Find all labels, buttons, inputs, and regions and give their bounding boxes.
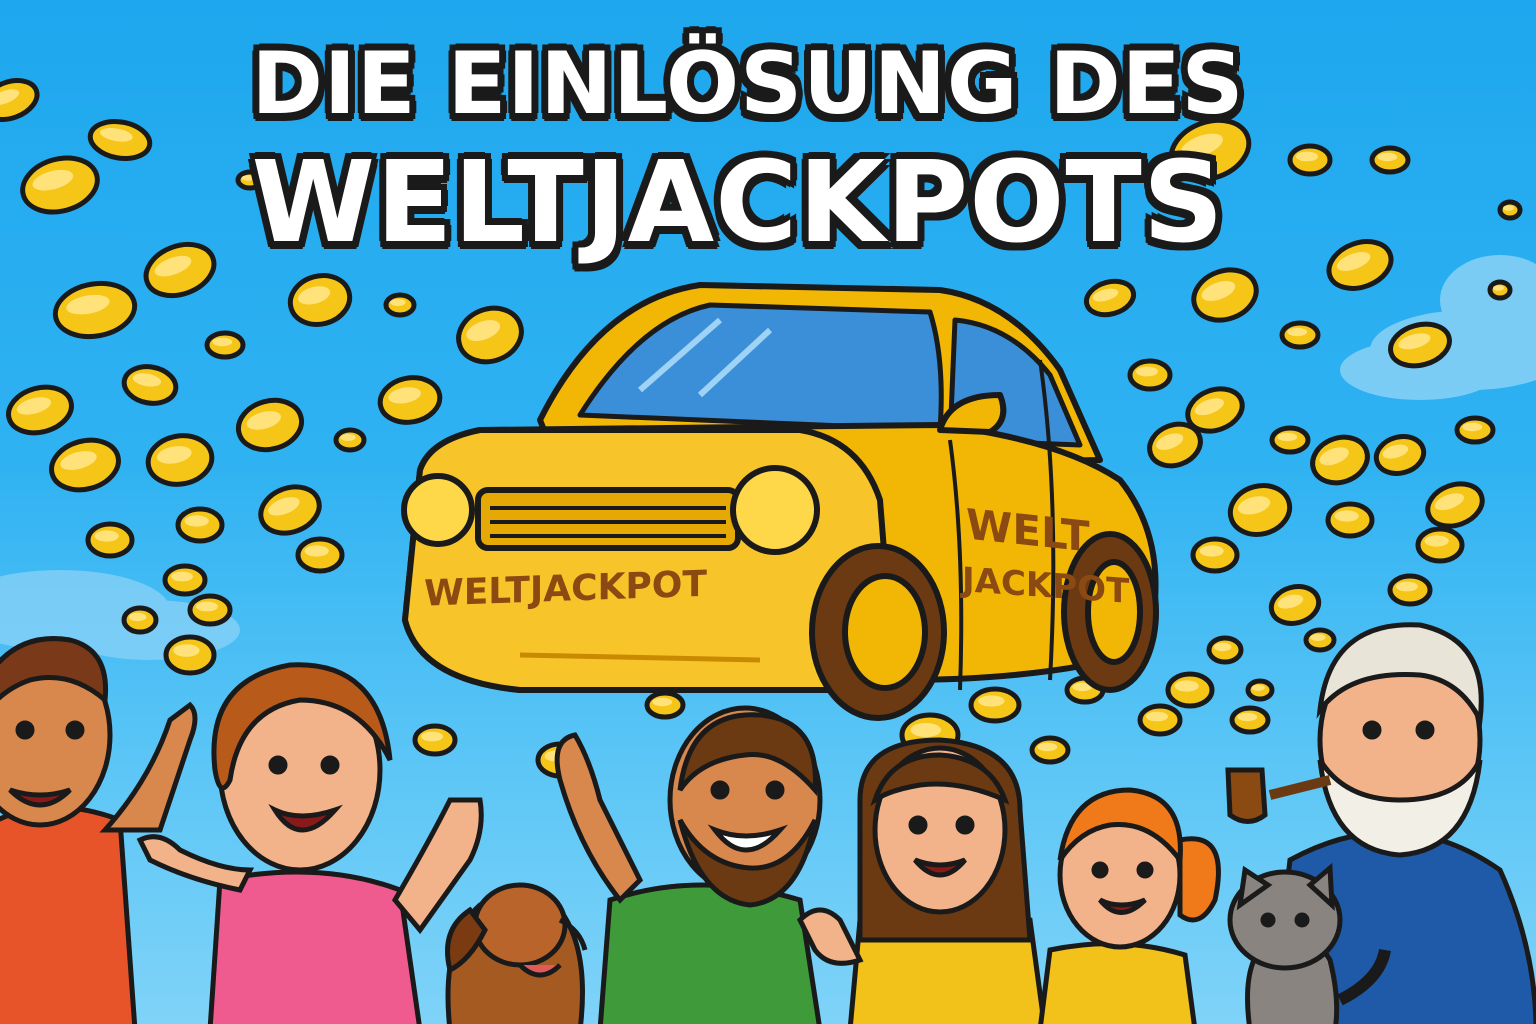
coin-highlight — [1251, 684, 1265, 691]
title-line-1: DIE EINLÖSUNG DES — [251, 34, 1245, 134]
coin-highlight — [1493, 285, 1504, 291]
coin-highlight — [1037, 742, 1058, 752]
coin-highlight — [1287, 327, 1308, 337]
coin-highlight — [1334, 510, 1359, 522]
pipe-icon — [1225, 767, 1332, 824]
title-line-2: WELTJACKPOTS — [251, 138, 1225, 268]
woman-yellow-shirt — [796, 737, 1047, 1024]
coin-highlight — [390, 299, 406, 306]
coin-highlight — [212, 337, 233, 347]
coin-highlight — [1237, 712, 1258, 722]
coin-highlight — [1424, 535, 1449, 547]
coin-highlight — [1174, 680, 1199, 692]
coin-highlight — [1199, 545, 1224, 557]
coin-highlight — [1462, 422, 1483, 432]
coin-highlight — [910, 723, 942, 737]
coin-highlight — [94, 530, 119, 542]
coin-highlight — [652, 697, 673, 707]
coin-highlight — [1310, 634, 1326, 641]
coin-highlight — [196, 601, 218, 612]
coin-highlight — [184, 515, 209, 527]
coin-highlight — [171, 571, 193, 582]
girl-yellow-shirt — [1038, 787, 1221, 1024]
man-green-shirt — [554, 705, 823, 1024]
coin-highlight — [421, 731, 443, 742]
poster-scene: WELTJACKPOT WELT JACKPOT DIE EINLÖSUNG D… — [0, 0, 1536, 1024]
coin-highlight — [304, 545, 329, 557]
coin-highlight — [1146, 711, 1168, 722]
coin-highlight — [1396, 581, 1418, 592]
dog-icon — [445, 882, 588, 1024]
coin-highlight — [1213, 642, 1232, 652]
coin-highlight — [978, 695, 1005, 707]
coin-highlight — [128, 612, 147, 622]
man-orange-shirt — [0, 636, 198, 1024]
coin-highlight — [1277, 432, 1298, 442]
coin-highlight — [173, 644, 200, 657]
coin-highlight — [1136, 366, 1158, 377]
coin-highlight — [340, 434, 356, 441]
